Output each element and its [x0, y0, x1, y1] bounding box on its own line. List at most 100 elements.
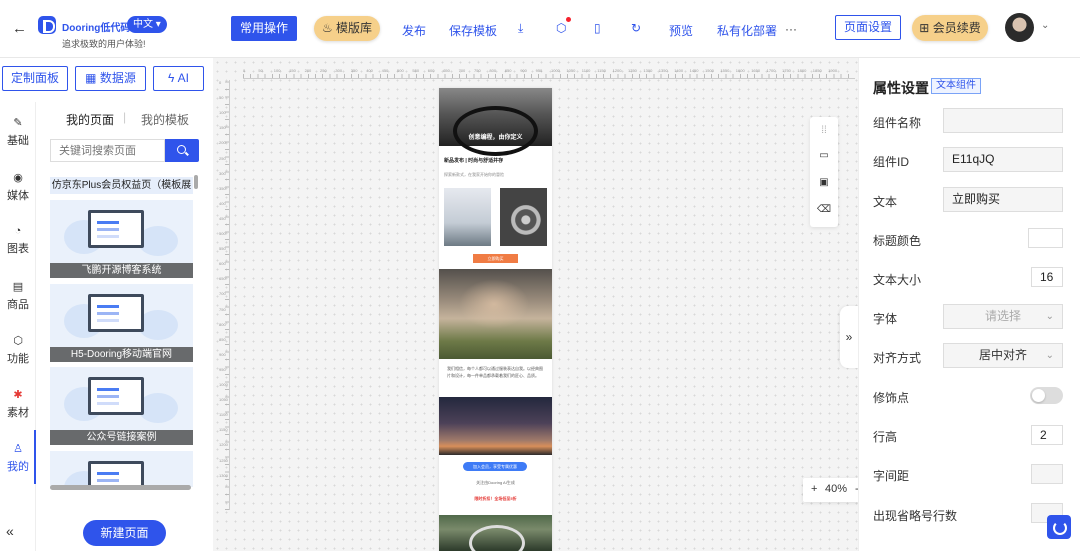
nav-item-chart[interactable]: ◔ 图表 — [0, 225, 36, 256]
follow-text[interactable]: 关注由Dooring AI生成 — [439, 480, 552, 486]
align-select[interactable]: 居中对齐 ⌄ — [943, 343, 1063, 368]
package-icon[interactable]: ⬡ — [556, 21, 566, 35]
ruler-tick-label: 1150 — [597, 68, 606, 73]
common-ops-button[interactable]: 常用操作 — [231, 16, 297, 41]
line-height-input[interactable]: 2 — [1031, 425, 1063, 445]
buy-now-button[interactable]: 立即购买 — [473, 254, 518, 263]
ruler-tick-label: 250 — [219, 155, 226, 161]
component-name-input[interactable] — [943, 108, 1063, 133]
download-icon[interactable]: ⤓ — [518, 21, 523, 36]
language-select[interactable]: 中文 ▾ — [127, 16, 167, 33]
tab-my-pages[interactable]: 我的页面 — [66, 111, 114, 128]
monitor-illustration — [88, 377, 144, 415]
private-deploy-link[interactable]: 私有化部署 — [717, 22, 777, 39]
custom-panel-button[interactable]: 定制面板 — [2, 66, 68, 91]
ai-button[interactable]: ϟ AI — [153, 66, 204, 91]
join-member-button[interactable]: 加入会员，享受专属优惠 — [463, 462, 527, 471]
page-card[interactable]: 公众号链接案例 — [50, 367, 193, 445]
ruler-tick-label: 100 — [273, 68, 281, 73]
discount-text[interactable]: 限时折扣！全场低至5折 — [439, 496, 552, 502]
ruler-tick-label: 550 — [412, 68, 420, 73]
vertical-scrollbar[interactable] — [194, 175, 198, 189]
help-icon[interactable] — [1047, 515, 1071, 539]
fire-icon: ♨ — [321, 21, 333, 35]
user-avatar[interactable] — [1005, 13, 1034, 42]
chevron-down-icon[interactable]: ⌄ — [1041, 20, 1049, 31]
membership-button[interactable]: ⊞ 会员续费 — [912, 15, 988, 41]
banner-image[interactable]: 创意编程，由你定义 — [439, 88, 552, 156]
preview-link[interactable]: 预览 — [669, 22, 693, 39]
page-card-label: 飞鹏开源博客系统 — [50, 263, 193, 278]
paragraph-text[interactable]: 我们相信，每个人都可以通过服装表达自我。以经典图片和设计，每一件单品都承载着我们… — [447, 365, 545, 379]
ruler-tick-label: 1400 — [674, 68, 684, 73]
product-image-left[interactable] — [444, 188, 491, 246]
refresh-icon[interactable]: ↻ — [631, 21, 641, 35]
ruler-tick-label: 200 — [219, 140, 226, 146]
nav-item-function[interactable]: ⬡ 功能 — [0, 334, 36, 366]
drag-handle-icon[interactable]: ⁞⁞ — [810, 125, 838, 136]
decoration-toggle[interactable] — [1030, 387, 1063, 404]
ruler-tick-label: 250 — [320, 68, 327, 73]
title-color-picker[interactable] — [1028, 228, 1063, 248]
publish-link[interactable]: 发布 — [402, 22, 426, 39]
ruler-tick-label: 1300 — [643, 68, 653, 73]
collapse-sidebar-icon[interactable]: « — [6, 523, 14, 539]
user-icon: ♙ — [13, 443, 23, 455]
ruler-tick-label: 500 — [219, 231, 226, 236]
car-image[interactable] — [439, 515, 552, 551]
save-template-link[interactable]: 保存模板 — [449, 22, 497, 39]
ruler-tick-label: 1050 — [566, 68, 576, 73]
sunset-image[interactable] — [439, 397, 552, 455]
ruler-tick-label: 1650 — [751, 68, 761, 73]
page-settings-button[interactable]: 页面设置 — [835, 15, 901, 40]
font-size-input[interactable]: 16 — [1031, 267, 1063, 287]
phone-preview[interactable]: 创意编程，由你定义 新品发布 | 时尚与舒适并存 探索新款式，在我家开始你的冒险… — [439, 88, 552, 551]
nav-item-basic[interactable]: ✎ 基础 — [0, 116, 36, 148]
product-subtitle[interactable]: 探索新款式，在我家开始你的冒险 — [444, 172, 504, 178]
chevron-down-icon: ⌄ — [1045, 350, 1054, 361]
data-source-button[interactable]: ▦ 数据源 — [75, 66, 146, 91]
nav-item-mine[interactable]: ♙ 我的 — [0, 442, 36, 474]
ruler-tick-label: 400 — [366, 68, 373, 73]
expand-panel-icon[interactable]: » — [840, 306, 858, 368]
ruler-tick-label: 1350 — [658, 68, 668, 73]
nav-item-media[interactable]: ◉ 媒体 — [0, 171, 36, 203]
tree-avenue-image[interactable] — [439, 269, 552, 359]
horizontal-ruler: 0 50 100 150 200 250 300 350 400 450 500 550 600 650 7… — [243, 67, 855, 79]
page-card[interactable]: 仿京东Plus会员权益页（模板展示） — [50, 177, 193, 194]
back-arrow-icon[interactable]: ← — [12, 20, 27, 37]
nav-item-product[interactable]: ▤ 商品 — [0, 280, 36, 312]
tab-my-templates[interactable]: 我的模板 — [141, 111, 189, 128]
horizontal-scrollbar[interactable] — [50, 485, 191, 490]
letter-spacing-input[interactable] — [1031, 464, 1063, 484]
product-title[interactable]: 新品发布 | 时尚与舒适并存 — [444, 157, 503, 164]
nav-item-material[interactable]: ✱ 素材 — [0, 388, 36, 420]
ruler-tick-label: 1800 — [797, 68, 807, 73]
component-id-input[interactable]: E11qJQ — [943, 147, 1063, 172]
more-menu[interactable]: ··· — [785, 22, 797, 36]
ruler-tick-label: 1600 — [735, 68, 745, 73]
product-image-right[interactable] — [500, 188, 547, 246]
zoom-in-button[interactable]: + — [811, 483, 817, 495]
ruler-tick-label: 600 — [427, 68, 435, 73]
font-select[interactable]: 请选择 ⌄ — [943, 304, 1063, 329]
material-icon: ✱ — [13, 389, 23, 401]
page-card[interactable]: 飞鹏开源博客系统 — [50, 200, 193, 278]
pdf-icon[interactable]: ▯ — [594, 21, 601, 35]
page-card-label: H5-Dooring移动端官网 — [50, 347, 193, 362]
new-page-button[interactable]: 新建页面 — [83, 520, 166, 546]
layout-icon[interactable]: ▣ — [810, 177, 838, 188]
clear-icon[interactable]: ⌫ — [810, 204, 838, 215]
page-card[interactable] — [50, 451, 193, 487]
search-input[interactable] — [50, 139, 165, 162]
ruler-tick-label: 1000 — [219, 382, 228, 387]
page-card[interactable]: H5-Dooring移动端官网 — [50, 284, 193, 362]
align-select-value: 居中对齐 — [978, 348, 1027, 362]
desktop-icon[interactable]: ▭ — [810, 150, 838, 161]
card-illustration — [138, 226, 178, 256]
template-lib-button[interactable]: ♨ 模版库 — [314, 16, 380, 41]
ruler-tick-label: 1200 — [219, 442, 228, 448]
text-input[interactable]: 立即购买 — [943, 187, 1063, 212]
nav-label: 媒体 — [7, 190, 29, 202]
search-button[interactable] — [165, 139, 199, 162]
